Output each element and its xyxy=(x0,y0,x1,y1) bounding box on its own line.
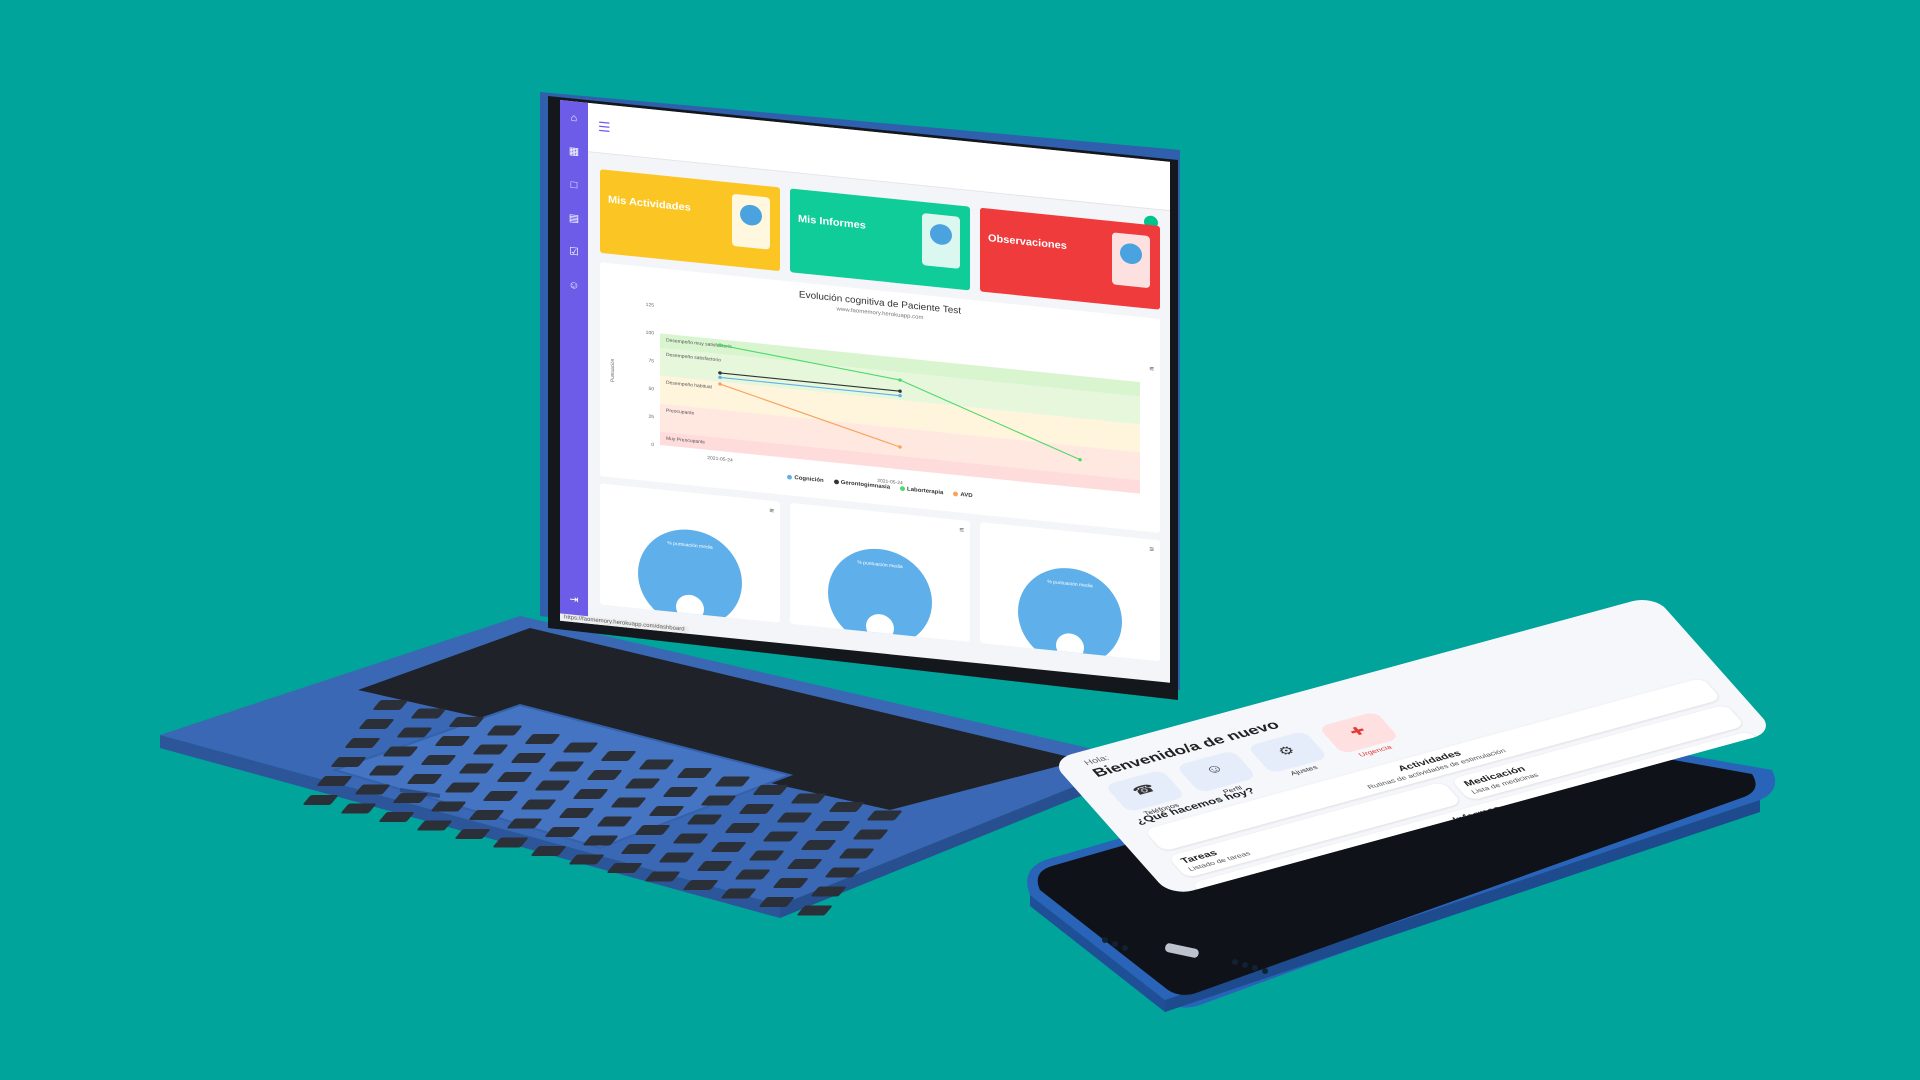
user-icon: ☺ xyxy=(1201,761,1228,777)
gear-icon: ⚙ xyxy=(1275,744,1299,759)
quick-action-label: Urgencia xyxy=(1356,743,1394,759)
quick-action-button[interactable]: ⚙ Ajustes xyxy=(1246,730,1329,777)
phone-body xyxy=(1027,717,1776,1012)
quick-action-button[interactable]: ✚ Urgencia xyxy=(1318,711,1400,758)
phone-book-icon: ☎ xyxy=(1129,782,1159,799)
device-mockup-scene: ⌂ ▦ □ ▤ ☑ ☺ ⇥ ☰ Mis Actividades Mis Informes Obs… xyxy=(0,0,1920,1080)
quick-action-label: Ajustes xyxy=(1288,764,1320,777)
sos-icon: ✚ xyxy=(1346,724,1370,739)
